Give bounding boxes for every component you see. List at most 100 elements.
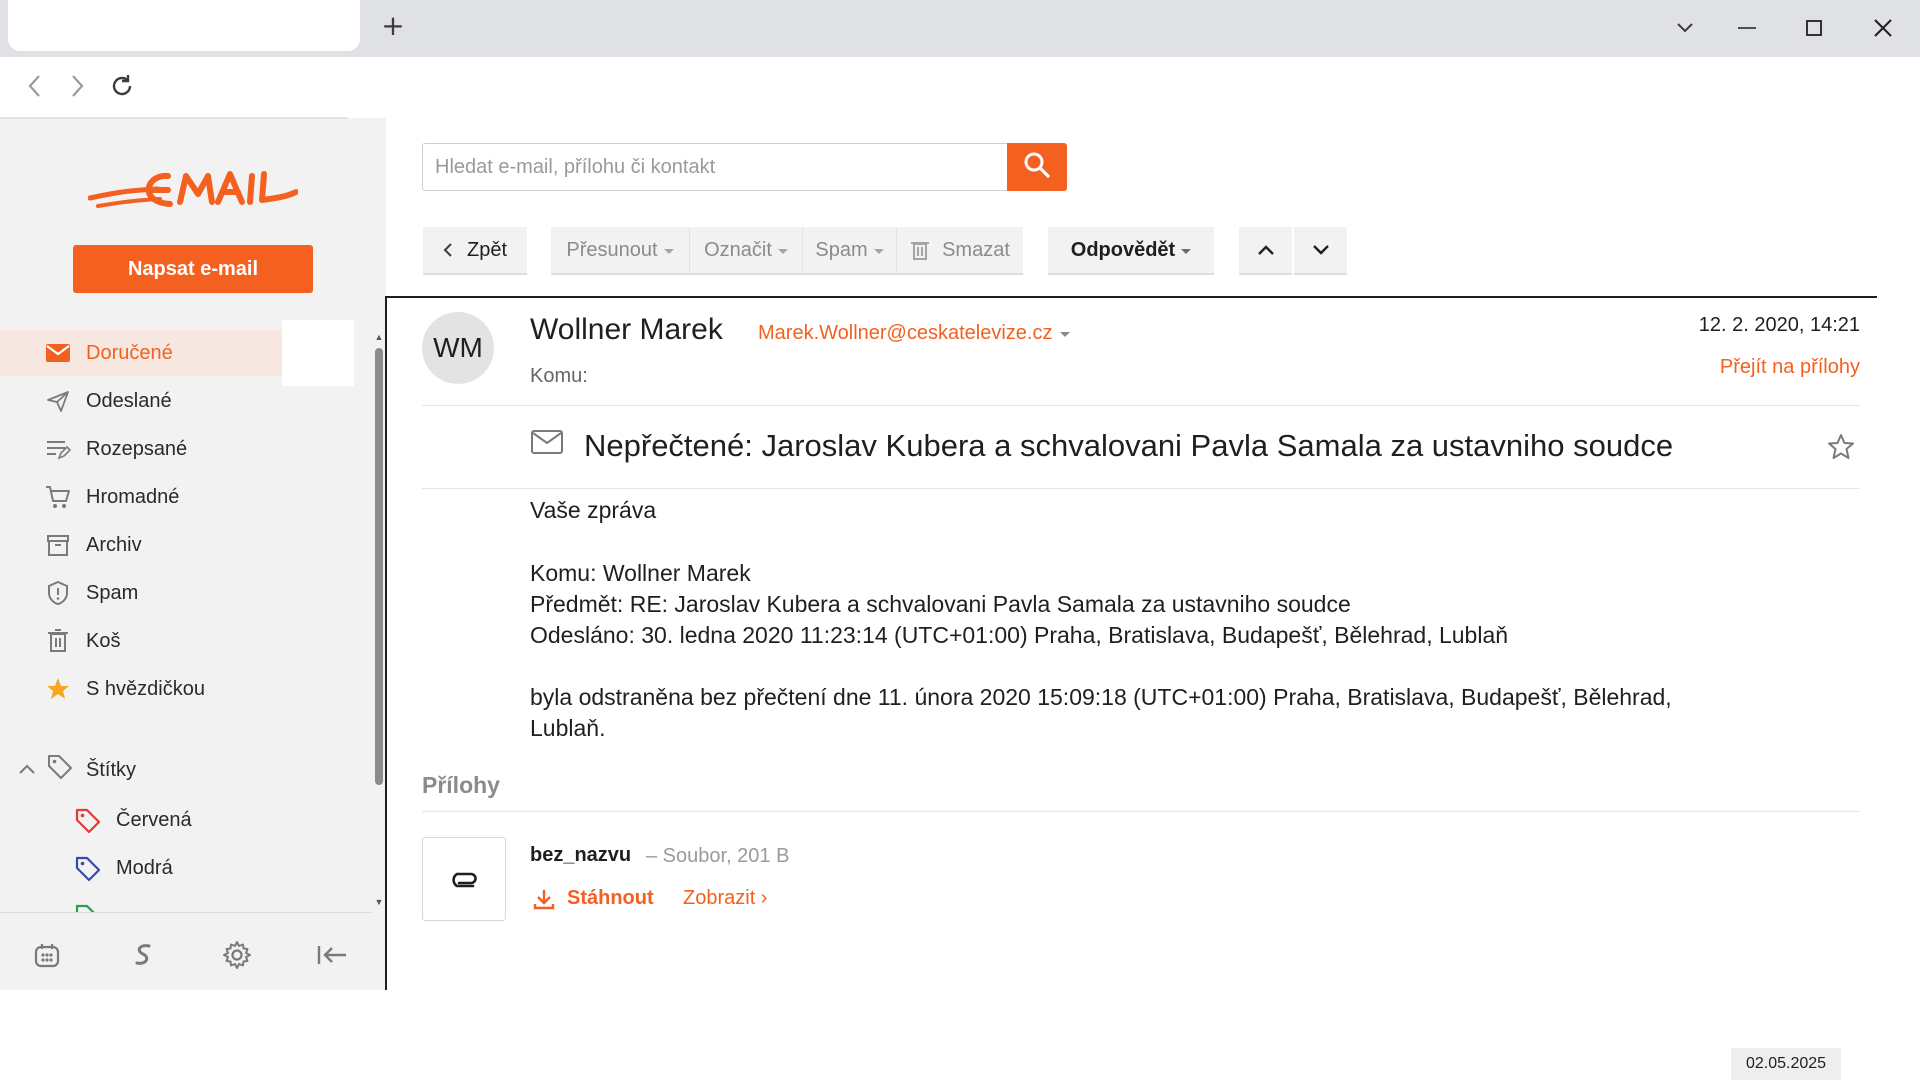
sidebar-label-text: Modrá: [116, 857, 173, 879]
sidebar-item-trash[interactable]: Koš: [0, 618, 360, 664]
browser-tab[interactable]: [8, 0, 360, 51]
tag-red-icon: [74, 807, 102, 835]
sender-email[interactable]: Marek.Wollner@ceskatelevize.cz: [758, 322, 1071, 345]
header-divider: [422, 405, 1860, 406]
message-subject: Nepřečtené: Jaroslav Kubera a schvalovan…: [584, 428, 1674, 463]
email-logo[interactable]: [87, 162, 299, 214]
sidebar-label-blue[interactable]: Modrá: [0, 849, 360, 889]
sidebar-item-drafts[interactable]: Rozepsané: [0, 426, 360, 472]
attachment-thumbnail[interactable]: [422, 837, 506, 921]
scroll-down-arrow-icon[interactable]: ▼: [374, 897, 384, 907]
close-window-icon[interactable]: [1858, 10, 1908, 46]
forward-icon[interactable]: [62, 70, 94, 102]
caret-down-icon: [1181, 248, 1192, 254]
attachments-heading: Přílohy: [422, 772, 500, 798]
settings-icon[interactable]: [220, 938, 254, 972]
collapse-sidebar-icon[interactable]: [315, 938, 349, 972]
search-input[interactable]: Hledat e-mail, přílohu či kontakt: [422, 143, 1008, 191]
reload-icon[interactable]: [106, 70, 138, 102]
sync-icon[interactable]: [126, 938, 160, 972]
paperclip-icon: [447, 869, 481, 889]
archive-icon: [44, 532, 72, 558]
sidebar-item-label: Hromadné: [86, 485, 180, 508]
attachment-name: bez_nazvu: [530, 844, 632, 866]
tag-green-icon: [74, 903, 102, 912]
move-button[interactable]: Přesunout: [551, 227, 689, 275]
search-button[interactable]: [1007, 143, 1067, 191]
search-icon: [1023, 151, 1051, 184]
goto-attachments-link[interactable]: Přejít na přílohy: [1720, 356, 1860, 379]
sidebar-item-label: S hvězdičkou: [86, 677, 205, 700]
calendar-icon[interactable]: [30, 938, 64, 972]
mail-icon: [44, 340, 72, 366]
reply-button[interactable]: Odpovědět: [1048, 227, 1214, 275]
download-link[interactable]: Stáhnout: [533, 887, 654, 910]
caret-down-icon: [663, 248, 674, 254]
mark-label: Označit: [704, 238, 772, 261]
sidebar-label-red[interactable]: Červená: [0, 801, 360, 841]
cart-icon: [44, 484, 72, 510]
labels-header-label: Štítky: [86, 759, 137, 781]
attachments-divider: [422, 811, 1860, 812]
recipient-label: Komu:: [530, 365, 588, 387]
sidebar-scrollbar-thumb[interactable]: [375, 348, 383, 785]
new-tab-button[interactable]: +: [380, 12, 406, 42]
sidebar-item-sent[interactable]: Odeslané: [0, 378, 360, 424]
mark-button[interactable]: Označit: [689, 227, 802, 275]
sidebar-item-inbox[interactable]: Doručené: [0, 330, 282, 376]
star-outline-icon[interactable]: [1826, 432, 1856, 462]
sidebar-item-label: Spam: [86, 581, 139, 604]
delete-button[interactable]: Smazat: [896, 227, 1023, 275]
chevron-down-icon: [1312, 244, 1330, 256]
reply-label: Odpovědět: [1070, 238, 1176, 261]
move-label: Přesunout: [566, 238, 658, 261]
chevron-up-icon[interactable]: [18, 759, 36, 782]
chevron-left-icon: [443, 242, 453, 258]
body-line: Vaše zpráva: [530, 497, 657, 523]
sender-email-text: Marek.Wollner@ceskatelevize.cz: [758, 322, 1053, 344]
labels-section-header[interactable]: Štítky: [0, 755, 360, 787]
view-link[interactable]: Zobrazit ›: [683, 887, 767, 910]
back-icon[interactable]: [18, 70, 50, 102]
previous-message-button[interactable]: [1239, 227, 1292, 275]
sidebar-divider: [0, 117, 348, 119]
tag-blue-icon: [74, 855, 102, 883]
scroll-up-arrow-icon[interactable]: ▲: [374, 332, 384, 342]
spam-button[interactable]: Spam: [802, 227, 896, 275]
date-stamp: 02.05.2025: [1731, 1048, 1841, 1080]
send-icon: [44, 388, 72, 414]
sender-name: Wollner Marek: [530, 313, 723, 346]
sidebar-item-label: Doručené: [86, 341, 173, 364]
caret-down-icon: [777, 248, 788, 254]
body-line: byla odstraněna bez přečtení dne 11. úno…: [530, 684, 1672, 710]
compose-button[interactable]: Napsat e-mail: [73, 245, 313, 293]
back-button[interactable]: Zpět: [423, 227, 527, 275]
envelope-icon: [530, 428, 564, 458]
minimize-icon[interactable]: [1722, 10, 1772, 46]
body-line: Odesláno: 30. ledna 2020 11:23:14 (UTC+0…: [530, 622, 1509, 648]
caret-down-icon: [1060, 332, 1071, 337]
draft-icon: [44, 436, 72, 462]
message-date: 12. 2. 2020, 14:21: [1698, 314, 1860, 336]
sidebar-label-text: Červená: [116, 809, 192, 831]
tag-icon: [46, 753, 74, 787]
download-icon: [533, 888, 555, 910]
sidebar-item-label: Archiv: [86, 533, 142, 556]
maximize-icon[interactable]: [1789, 10, 1839, 46]
sidebar-item-starred[interactable]: S hvězdičkou: [0, 666, 360, 712]
attachment-meta: – Soubor, 201 B: [646, 845, 790, 867]
sidebar-item-label: Koš: [86, 629, 121, 652]
star-icon: [44, 676, 72, 702]
chevron-up-icon: [1257, 244, 1275, 256]
next-message-button[interactable]: [1294, 227, 1347, 275]
body-line: Komu: Wollner Marek: [530, 560, 751, 586]
caret-down-icon: [873, 248, 884, 254]
browser-navbar: [0, 57, 1920, 119]
sidebar-item-archive[interactable]: Archiv: [0, 522, 360, 568]
tab-search-dropdown-icon[interactable]: [1660, 10, 1710, 46]
sidebar-item-label: Rozepsané: [86, 437, 188, 460]
download-label: Stáhnout: [567, 887, 654, 909]
subject-divider: [422, 488, 1860, 489]
sidebar-item-spam[interactable]: Spam: [0, 570, 360, 616]
sidebar-item-bulk[interactable]: Hromadné: [0, 474, 360, 520]
